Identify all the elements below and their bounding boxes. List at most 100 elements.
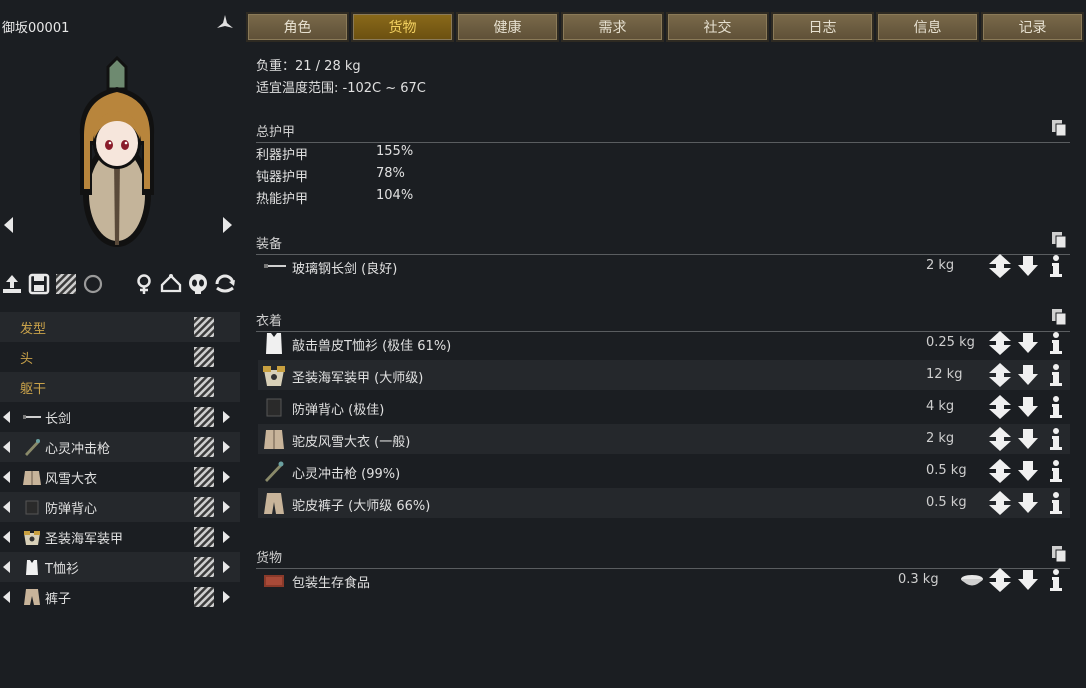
copy-icon[interactable] xyxy=(1052,546,1066,562)
randomize-icon[interactable] xyxy=(81,272,104,295)
clear-slot-icon[interactable] xyxy=(194,557,214,577)
swap-icon[interactable] xyxy=(988,491,1012,515)
clear-icon[interactable] xyxy=(54,272,77,295)
swap-icon[interactable] xyxy=(988,254,1012,278)
export-icon[interactable] xyxy=(0,272,23,295)
tab-log[interactable]: 日志 xyxy=(771,12,874,42)
slot-category-head[interactable]: 头 xyxy=(0,342,240,372)
parka-icon xyxy=(22,467,42,487)
slot-prev-arrow-icon[interactable] xyxy=(2,590,11,604)
tab-health[interactable]: 健康 xyxy=(456,12,559,42)
info-icon[interactable] xyxy=(1044,427,1068,451)
slot-prev-arrow-icon[interactable] xyxy=(2,500,11,514)
slot-item-label: 长剑 xyxy=(45,411,72,427)
tab-character[interactable]: 角色 xyxy=(246,12,349,42)
info-icon[interactable] xyxy=(1044,254,1068,278)
hanger-icon[interactable] xyxy=(159,272,182,295)
clear-slot-icon[interactable] xyxy=(194,407,214,427)
info-icon[interactable] xyxy=(1044,568,1068,592)
clear-slot-icon[interactable] xyxy=(194,347,214,367)
swap-icon[interactable] xyxy=(988,459,1012,483)
slot-item-psychic-lance[interactable]: 心灵冲击枪 xyxy=(0,432,240,462)
slot-item-label: T恤衫 xyxy=(45,561,79,577)
drop-icon[interactable] xyxy=(1016,395,1040,419)
apparel-row[interactable]: 驼皮风雪大衣 (一般) 2 kg xyxy=(258,424,1070,454)
drop-icon[interactable] xyxy=(1016,491,1040,515)
drop-icon[interactable] xyxy=(1016,568,1040,592)
next-pawn-arrow-icon[interactable] xyxy=(222,216,234,234)
slot-next-arrow-icon[interactable] xyxy=(222,500,231,514)
swap-icon[interactable] xyxy=(988,331,1012,355)
slot-item-flak-vest[interactable]: 防弹背心 xyxy=(0,492,240,522)
ingest-icon[interactable] xyxy=(960,568,984,592)
equipment-row[interactable]: 玻璃钢长剑 (良好) 2 kg xyxy=(258,251,1070,281)
slot-next-arrow-icon[interactable] xyxy=(222,410,231,424)
info-icon[interactable] xyxy=(1044,363,1068,387)
gender-female-icon[interactable] xyxy=(132,272,155,295)
info-icon[interactable] xyxy=(1044,331,1068,355)
info-icon[interactable] xyxy=(1044,395,1068,419)
slot-item-marine-armor[interactable]: 圣装海军装甲 xyxy=(0,522,240,552)
clear-slot-icon[interactable] xyxy=(194,377,214,397)
swap-icon[interactable] xyxy=(988,568,1012,592)
refresh-icon[interactable] xyxy=(213,272,236,295)
info-icon[interactable] xyxy=(1044,491,1068,515)
apparel-row[interactable]: 驼皮裤子 (大师级 66%) 0.5 kg xyxy=(258,488,1070,518)
slot-prev-arrow-icon[interactable] xyxy=(2,410,11,424)
flak-vest-icon xyxy=(262,395,286,419)
pin-icon[interactable] xyxy=(216,14,234,32)
slot-category-torso[interactable]: 躯干 xyxy=(0,372,240,402)
slot-prev-arrow-icon[interactable] xyxy=(2,560,11,574)
slot-item-tshirt[interactable]: T恤衫 xyxy=(0,552,240,582)
pants-icon xyxy=(262,491,286,515)
drop-icon[interactable] xyxy=(1016,427,1040,451)
tab-records[interactable]: 记录 xyxy=(981,12,1084,42)
flak-vest-icon xyxy=(22,497,42,517)
slot-item-pants[interactable]: 裤子 xyxy=(0,582,240,612)
clear-slot-icon[interactable] xyxy=(194,587,214,607)
slot-prev-arrow-icon[interactable] xyxy=(2,470,11,484)
swap-icon[interactable] xyxy=(988,427,1012,451)
slot-item-parka[interactable]: 风雪大衣 xyxy=(0,462,240,492)
tab-needs[interactable]: 需求 xyxy=(561,12,664,42)
item-label: 敲击兽皮T恤衫 (极佳 61%) xyxy=(292,339,452,354)
survival-meal-icon xyxy=(262,568,286,592)
drop-icon[interactable] xyxy=(1016,254,1040,278)
clear-slot-icon[interactable] xyxy=(194,317,214,337)
slot-category-hair[interactable]: 发型 xyxy=(0,312,240,342)
save-icon[interactable] xyxy=(27,272,50,295)
tab-social[interactable]: 社交 xyxy=(666,12,769,42)
drop-icon[interactable] xyxy=(1016,459,1040,483)
copy-icon[interactable] xyxy=(1052,120,1066,136)
copy-icon[interactable] xyxy=(1052,232,1066,248)
slot-next-arrow-icon[interactable] xyxy=(222,560,231,574)
apparel-row[interactable]: 敲击兽皮T恤衫 (极佳 61%) 0.25 kg xyxy=(258,328,1070,358)
slot-next-arrow-icon[interactable] xyxy=(222,440,231,454)
swap-icon[interactable] xyxy=(988,363,1012,387)
drop-icon[interactable] xyxy=(1016,363,1040,387)
apparel-row[interactable]: 圣装海军装甲 (大师级) 12 kg xyxy=(258,360,1070,390)
tab-info[interactable]: 信息 xyxy=(876,12,979,42)
drop-icon[interactable] xyxy=(1016,331,1040,355)
info-icon[interactable] xyxy=(1044,459,1068,483)
clear-slot-icon[interactable] xyxy=(194,467,214,487)
slot-prev-arrow-icon[interactable] xyxy=(2,440,11,454)
slot-next-arrow-icon[interactable] xyxy=(222,590,231,604)
slot-item-label: 风雪大衣 xyxy=(45,471,98,487)
clear-slot-icon[interactable] xyxy=(194,497,214,517)
clear-slot-icon[interactable] xyxy=(194,437,214,457)
slot-next-arrow-icon[interactable] xyxy=(222,470,231,484)
tab-gear[interactable]: 货物 xyxy=(351,12,454,42)
prev-pawn-arrow-icon[interactable] xyxy=(2,216,14,234)
apparel-row[interactable]: 防弹背心 (极佳) 4 kg xyxy=(258,392,1070,422)
slot-next-arrow-icon[interactable] xyxy=(222,530,231,544)
apparel-row[interactable]: 心灵冲击枪 (99%) 0.5 kg xyxy=(258,456,1070,486)
clear-slot-icon[interactable] xyxy=(194,527,214,547)
cargo-row[interactable]: 包装生存食品 0.3 kg xyxy=(258,565,1070,595)
slot-item-sword[interactable]: 长剑 xyxy=(0,402,240,432)
copy-icon[interactable] xyxy=(1052,309,1066,325)
slot-prev-arrow-icon[interactable] xyxy=(2,530,11,544)
item-label: 圣装海军装甲 (大师级) xyxy=(292,371,424,386)
swap-icon[interactable] xyxy=(988,395,1012,419)
alien-head-icon[interactable] xyxy=(186,272,209,295)
